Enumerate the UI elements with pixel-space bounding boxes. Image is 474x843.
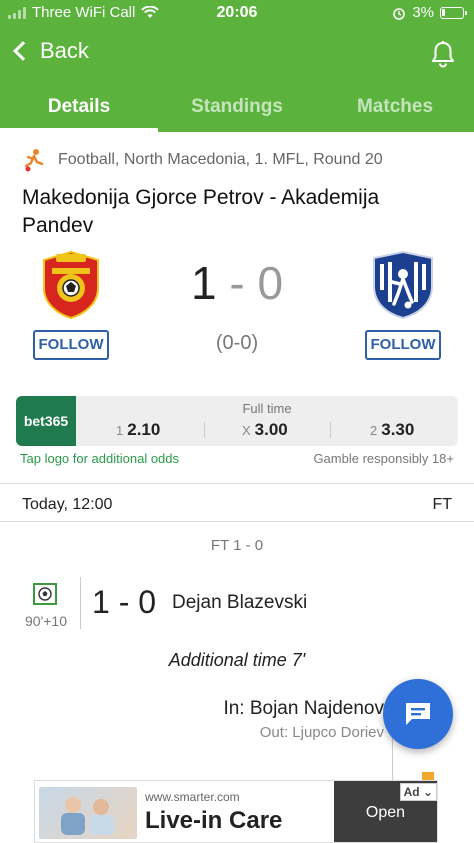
chat-button[interactable] xyxy=(383,679,453,749)
follow-home-button[interactable]: FOLLOW xyxy=(33,330,109,360)
battery-percent: 3% xyxy=(412,4,434,21)
match-score: 1 - 0 xyxy=(160,256,314,310)
bell-icon[interactable] xyxy=(430,40,456,68)
odds-value: 3.30 xyxy=(381,420,415,439)
back-button[interactable]: Back xyxy=(12,38,89,64)
odds-home[interactable]: 1 2.10 xyxy=(116,420,160,440)
match-meta: Football, North Macedonia, 1. MFL, Round… xyxy=(22,148,383,172)
chat-icon xyxy=(406,703,430,725)
goal-score: 1 - 0 xyxy=(92,584,157,620)
app-header: Three WiFi Call 20:06 3% Back Details St… xyxy=(0,0,474,132)
status-right: 3% xyxy=(392,4,467,21)
chevron-down-icon: ⌄ xyxy=(422,785,433,799)
alarm-icon xyxy=(393,7,406,20)
goal-minute: 90'+10 xyxy=(25,613,67,629)
football-player-icon xyxy=(24,149,44,172)
status-bar: Three WiFi Call 20:06 3% xyxy=(0,0,474,26)
odds-key: 1 xyxy=(116,423,124,438)
goal-scorer[interactable]: Dejan Blazevski xyxy=(172,592,307,614)
goal-icon xyxy=(33,583,57,605)
tab-standings[interactable]: Standings xyxy=(158,86,316,132)
odds-key: X xyxy=(242,423,251,438)
odds-note[interactable]: Tap logo for additional odds xyxy=(20,451,179,466)
bet365-logo[interactable]: bet365 xyxy=(16,396,76,446)
ad-badge-label: Ad xyxy=(403,785,420,799)
odds-key: 2 xyxy=(370,423,378,438)
battery-icon xyxy=(440,6,467,19)
ad-badge[interactable]: Ad ⌄ xyxy=(399,783,437,801)
tab-details[interactable]: Details xyxy=(0,86,158,132)
ad-image xyxy=(39,787,137,839)
home-score: 1 xyxy=(190,257,217,309)
tab-bar: Details Standings Matches xyxy=(0,86,474,132)
halftime-score: (0-0) xyxy=(215,332,259,354)
home-team-logo[interactable] xyxy=(36,250,106,320)
tab-matches[interactable]: Matches xyxy=(316,86,474,132)
substitution-out[interactable]: Out: Ljupco Doriev xyxy=(260,724,384,741)
ad-url: www.smarter.com xyxy=(145,790,240,804)
back-label: Back xyxy=(40,38,89,63)
odds-divider xyxy=(204,422,205,438)
ft-score-label: FT 1 - 0 xyxy=(210,537,264,554)
follow-away-button[interactable]: FOLLOW xyxy=(365,330,441,360)
odds-label: Full time xyxy=(242,401,292,416)
match-title: Makedonija Gjorce Petrov - Akademija Pan… xyxy=(22,186,380,237)
match-date: Today, 12:00 xyxy=(22,496,113,513)
chevron-left-icon xyxy=(13,41,33,61)
away-score: 0 xyxy=(257,257,284,309)
away-team-logo[interactable] xyxy=(368,250,438,320)
divider xyxy=(0,483,474,484)
ad-banner[interactable]: www.smarter.com Live-in Care Open Ad ⌄ xyxy=(34,780,438,843)
match-status: FT xyxy=(432,496,452,513)
ad-title: Live-in Care xyxy=(145,807,283,834)
bet365-brand: bet365 xyxy=(23,413,69,429)
match-meta-text: Football, North Macedonia, 1. MFL, Round… xyxy=(58,151,383,168)
event-divider xyxy=(80,577,81,629)
divider xyxy=(0,521,474,522)
odds-away[interactable]: 2 3.30 xyxy=(370,420,414,440)
odds-divider xyxy=(330,422,331,438)
substitution-in[interactable]: In: Bojan Najdenov xyxy=(223,698,384,720)
odds-draw[interactable]: X 3.00 xyxy=(242,420,288,440)
odds-panel: bet365 Full time 1 2.10 X 3.00 2 3.30 xyxy=(16,396,458,446)
score-separator: - xyxy=(216,257,258,309)
nav-bar: Back xyxy=(0,36,474,72)
odds-value: 2.10 xyxy=(127,420,161,439)
odds-value: 3.00 xyxy=(254,420,288,439)
gamble-note: Gamble responsibly 18+ xyxy=(313,451,454,466)
added-time-label: Additional time 7' xyxy=(168,650,306,670)
